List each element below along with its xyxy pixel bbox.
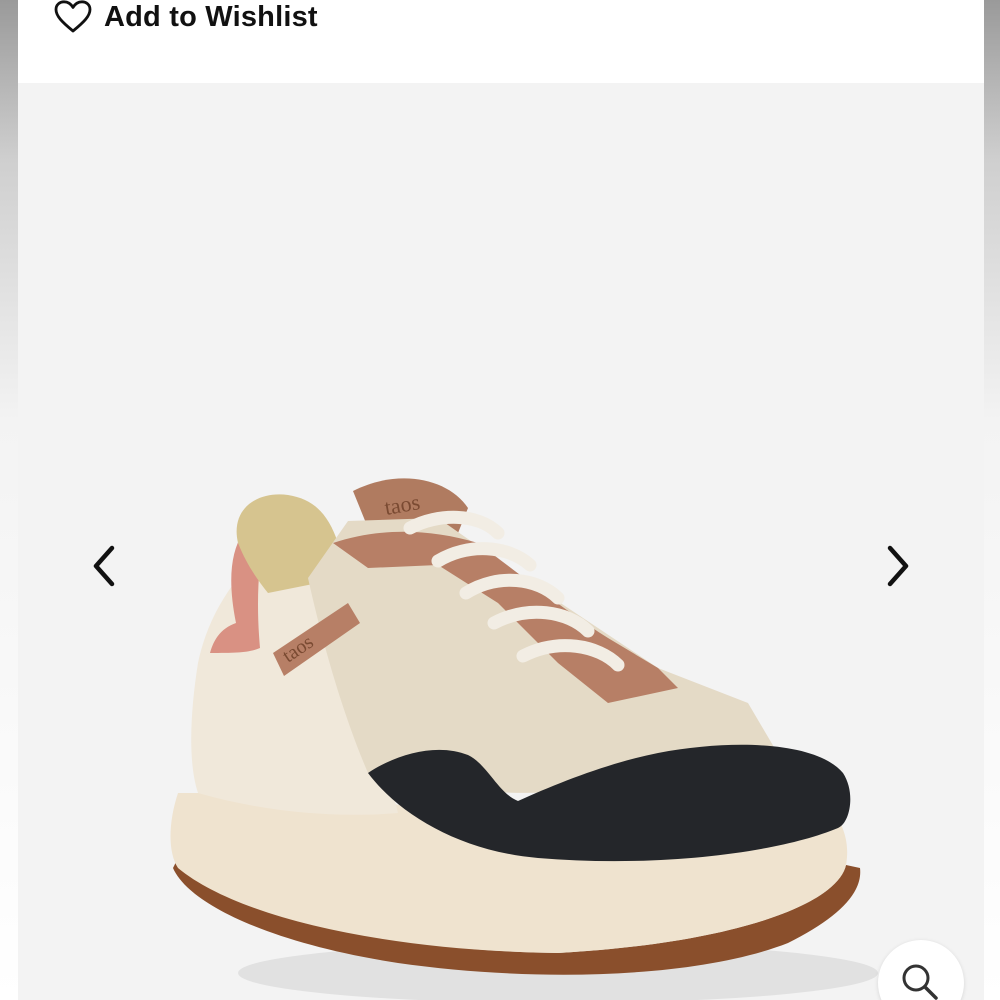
product-image-gallery[interactable]: taos taos [18,83,984,1000]
wishlist-label: Add to Wishlist [104,0,318,33]
previous-image-button[interactable] [82,538,126,594]
add-to-wishlist-button[interactable]: Add to Wishlist [54,0,318,34]
page-card: Add to Wishlist taos taos [18,0,984,1000]
next-image-button[interactable] [876,538,920,594]
product-image: taos taos [170,478,878,1000]
chevron-left-icon [93,545,115,587]
wishlist-bar: Add to Wishlist [18,0,984,83]
magnifier-icon [902,964,938,1000]
chevron-right-icon [887,545,909,587]
heart-icon [54,0,92,34]
